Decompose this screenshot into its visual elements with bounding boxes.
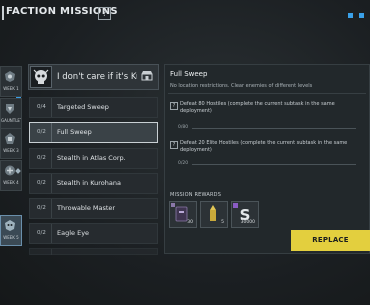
reward-slot[interactable]: S 30000: [231, 201, 259, 228]
week-tab-2[interactable]: GAUNTLET: [0, 98, 22, 129]
week-label: WEEK 1: [3, 86, 19, 91]
objective-progress-bar: [192, 128, 356, 129]
reward-quantity: 30: [187, 220, 193, 225]
notification-indicator-icon: [359, 13, 364, 18]
objective-text: Defeat 20 Elite Hostiles (complete the c…: [180, 140, 348, 153]
objective-progress: 0/80: [178, 125, 189, 130]
mission-item-targeted-sweep[interactable]: 0/4 Targeted Sweep: [29, 97, 158, 118]
mission-progress: 0/2: [37, 129, 46, 135]
mission-item-throwable-master[interactable]: 0/2 Throwable Master: [29, 198, 158, 219]
faction-emblem-icon: [5, 220, 15, 231]
objective-text: Defeat 80 Hostiles (complete the current…: [180, 101, 335, 114]
faction-emblem-icon: [5, 71, 15, 82]
divider: [168, 93, 366, 94]
faction-logo: [30, 66, 52, 88]
week-label: WEEK 5: [3, 235, 19, 240]
replace-button[interactable]: REPLACE: [291, 230, 370, 251]
mission-item-stealth-atlas[interactable]: 0/2 Stealth in Atlas Corp.: [29, 148, 158, 169]
objective-checkbox-icon: ?: [170, 141, 178, 149]
divider: [51, 174, 52, 193]
mission-progress: 0/2: [37, 205, 46, 211]
faction-emblem-icon: [5, 133, 15, 144]
mission-progress: 0/2: [37, 180, 46, 186]
mission-item-partial[interactable]: [29, 248, 158, 255]
mission-progress: 0/4: [37, 104, 46, 110]
gauntlet-emblem-icon: [6, 104, 14, 114]
divider: [51, 199, 52, 218]
week-tab-5[interactable]: WEEK 5: [0, 215, 22, 246]
mission-description: No location restrictions. Clear enemies …: [170, 83, 313, 89]
mission-item-full-sweep[interactable]: 0/2 Full Sweep: [29, 122, 158, 143]
mission-name: Stealth in Atlas Corp.: [57, 154, 126, 162]
reward-quantity: 30000: [240, 220, 255, 225]
divider: [51, 249, 52, 255]
divider: [51, 98, 52, 117]
mission-name: Stealth in Kurohana: [57, 179, 121, 187]
objective-progress-bar: [192, 164, 356, 165]
week-tab-1[interactable]: WEEK 1: [0, 66, 22, 97]
rewards-label: MISSION REWARDS: [170, 192, 222, 198]
header-accent-bar: [2, 6, 4, 20]
week-label: GAUNTLET: [1, 118, 22, 123]
reward-slot[interactable]: 30: [169, 201, 197, 228]
mission-title: Full Sweep: [170, 70, 208, 78]
mission-name: Full Sweep: [57, 128, 92, 136]
mission-name: Eagle Eye: [57, 229, 90, 237]
skull-emblem-icon: [33, 69, 49, 84]
week-tab-3[interactable]: WEEK 3: [0, 128, 22, 159]
week-label: WEEK 4: [3, 180, 19, 185]
week-label: WEEK 3: [3, 148, 19, 153]
reward-slot[interactable]: 5: [200, 201, 228, 228]
week-marker-icon: [15, 168, 21, 174]
help-button[interactable]: ?: [98, 7, 111, 20]
faction-name: I don't care if it's Ku...: [57, 72, 137, 82]
notification-indicator-icon: [348, 13, 353, 18]
divider: [51, 123, 52, 142]
mission-name: Targeted Sweep: [57, 103, 109, 111]
objective-progress: 0/20: [178, 161, 189, 166]
mission-progress: 0/2: [37, 230, 46, 236]
mission-name: Throwable Master: [57, 204, 116, 212]
reward-quantity: 5: [221, 220, 224, 225]
week-tab-4[interactable]: WEEK 4: [0, 160, 22, 191]
divider: [51, 149, 52, 168]
mission-progress: 0/2: [37, 155, 46, 161]
storefront-icon[interactable]: [141, 70, 153, 81]
mission-item-stealth-kurohana[interactable]: 0/2 Stealth in Kurohana: [29, 173, 158, 194]
mission-item-eagle-eye[interactable]: 0/2 Eagle Eye: [29, 223, 158, 244]
objective-checkbox-icon: ?: [170, 102, 178, 110]
divider: [51, 224, 52, 243]
